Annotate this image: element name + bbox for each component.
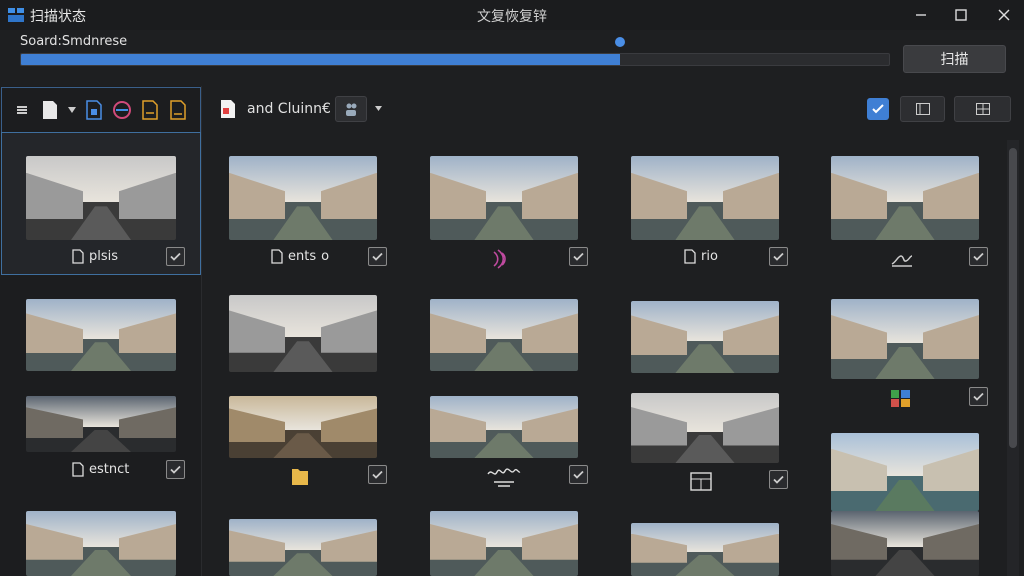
scribble-icon <box>487 468 521 487</box>
thumbnail-image[interactable] <box>229 519 377 576</box>
file-icon <box>72 249 84 264</box>
main-toolbar: and Cluinn€ <box>203 86 1024 132</box>
thumbnail-caption: ents o <box>271 249 329 264</box>
file-binary-icon[interactable] <box>84 99 104 121</box>
checkmark-icon <box>973 252 984 261</box>
minimize-icon[interactable] <box>910 4 932 26</box>
grid-view-button[interactable] <box>954 96 1011 122</box>
thumbnail-image[interactable] <box>631 301 779 373</box>
thumbnail-image[interactable] <box>430 511 578 576</box>
thumbnail-caption: estnct <box>72 462 129 477</box>
thumbnail-caption: plsis <box>72 249 118 264</box>
thumbnail-image[interactable] <box>831 433 979 511</box>
sidebar-toolbar <box>1 87 201 133</box>
scan-status-label: Soard:Smdnrese <box>20 34 128 49</box>
vertical-scrollbar[interactable] <box>1007 140 1019 576</box>
audio-wave-icon <box>493 249 506 269</box>
file-yellow-icon[interactable] <box>140 99 160 121</box>
current-path: and Cluinn€ <box>247 101 331 117</box>
thumbnail-checkbox[interactable] <box>368 465 387 484</box>
thumbnail-checkbox[interactable] <box>368 247 387 266</box>
menu-icon[interactable] <box>12 99 32 121</box>
scrollbar-thumb[interactable] <box>1009 148 1017 448</box>
checkmark-icon <box>372 252 383 261</box>
file-icon <box>72 462 84 477</box>
thumbnail-checkbox[interactable] <box>166 460 185 479</box>
table-file-icon <box>690 472 712 491</box>
thumbnail-image[interactable] <box>26 299 176 371</box>
file-archive-icon[interactable] <box>168 99 188 121</box>
users-filter-button[interactable] <box>335 96 367 122</box>
thumbnail-checkbox[interactable] <box>769 247 788 266</box>
checkmark-icon <box>372 470 383 479</box>
title-bar: 扫描状态 文复恢复锌 <box>0 0 1024 30</box>
thumbnail-caption: rio <box>684 249 718 264</box>
thumbnail-checkbox[interactable] <box>969 247 988 266</box>
thumbnail-checkbox[interactable] <box>769 470 788 489</box>
checkmark-icon <box>773 252 784 261</box>
thumbnail-checkbox[interactable] <box>569 465 588 484</box>
checkmark-icon <box>973 392 984 401</box>
scan-progress-fill <box>21 54 620 65</box>
new-document-icon[interactable] <box>40 99 60 121</box>
scan-progress-knob[interactable] <box>615 37 626 47</box>
thumbnail-checkbox[interactable] <box>166 247 185 266</box>
users-icon <box>346 103 357 116</box>
thumbnail-image[interactable] <box>229 295 377 372</box>
image-file-icon <box>891 390 910 407</box>
thumbnail-image[interactable] <box>831 299 979 379</box>
checkmark-icon <box>872 104 884 114</box>
thumbnail-checkbox[interactable] <box>969 387 988 406</box>
chevron-down-icon[interactable] <box>375 106 382 111</box>
checkmark-icon <box>573 252 584 261</box>
scan-button[interactable]: 扫描 <box>903 45 1006 73</box>
chevron-down-icon[interactable] <box>68 99 76 121</box>
thumbnail-image[interactable] <box>26 396 176 452</box>
thumbnail-image[interactable] <box>229 156 377 240</box>
browser-file-icon[interactable] <box>112 99 132 121</box>
grid-view-icon <box>975 103 990 115</box>
thumbnail-image[interactable] <box>430 299 578 371</box>
thumbnail-image[interactable] <box>26 156 176 240</box>
thumbnail-image[interactable] <box>631 156 779 240</box>
window-title: 文复恢复锌 <box>477 9 547 25</box>
signature-icon <box>891 255 913 267</box>
list-view-button[interactable] <box>900 96 945 122</box>
scan-progress-bar <box>20 53 890 66</box>
thumbnail-checkbox[interactable] <box>569 247 588 266</box>
thumbnail-image[interactable] <box>831 511 979 576</box>
file-icon <box>271 249 283 264</box>
thumbnail-image[interactable] <box>430 156 578 240</box>
pdf-file-icon <box>221 100 235 118</box>
thumbnail-image[interactable] <box>831 156 979 240</box>
checkmark-icon <box>773 475 784 484</box>
thumbnail-image[interactable] <box>631 393 779 463</box>
thumbnail-image[interactable] <box>631 523 779 576</box>
select-all-checkbox[interactable] <box>867 98 889 120</box>
folder-file-icon <box>292 469 308 485</box>
thumbnail-image[interactable] <box>26 511 176 576</box>
maximize-icon[interactable] <box>950 4 972 26</box>
checkmark-icon <box>170 465 181 474</box>
checkmark-icon <box>170 252 181 261</box>
thumbnail-image[interactable] <box>430 396 578 458</box>
file-icon <box>684 249 696 264</box>
list-view-icon <box>915 103 930 115</box>
close-icon[interactable] <box>993 4 1015 26</box>
checkmark-icon <box>573 470 584 479</box>
thumbnail-image[interactable] <box>229 396 377 458</box>
